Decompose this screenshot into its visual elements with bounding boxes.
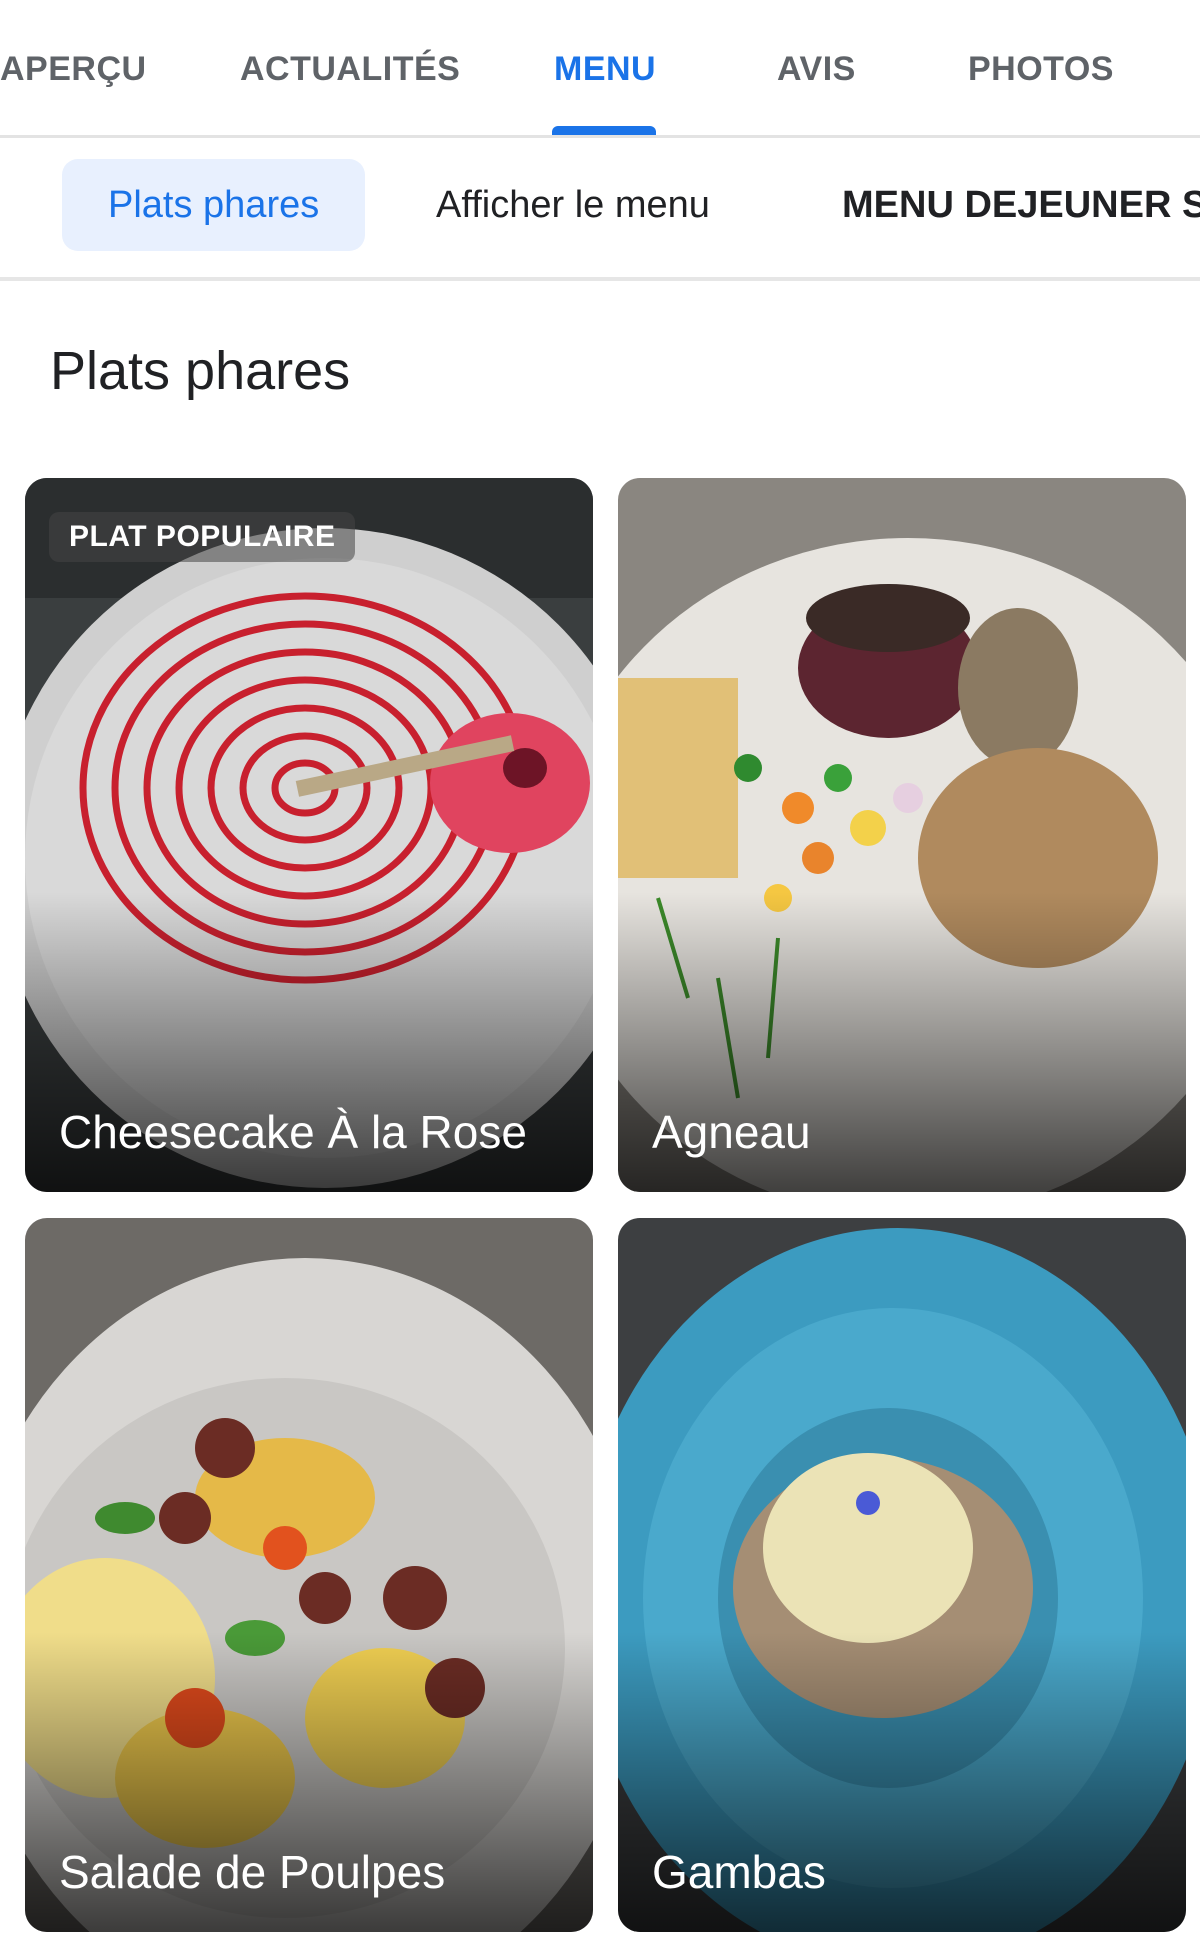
tab-avis[interactable]: AVIS <box>777 50 856 100</box>
dish-name: Gambas <box>652 1846 826 1898</box>
tab-photos[interactable]: PHOTOS <box>968 50 1114 100</box>
active-tab-indicator <box>552 126 656 135</box>
menu-chip-row: Plats phares Afficher le menu MENU DEJEU… <box>0 141 1200 281</box>
dish-name: Cheesecake À la Rose <box>59 1106 527 1158</box>
dish-name: Agneau <box>652 1106 811 1158</box>
dish-card-agneau[interactable]: Agneau <box>618 478 1186 1192</box>
tab-menu[interactable]: MENU <box>554 50 656 100</box>
top-tab-bar: APERÇU ACTUALITÉS MENU AVIS PHOTOS <box>0 0 1200 138</box>
tab-actualites[interactable]: ACTUALITÉS <box>240 50 460 100</box>
tab-apercu[interactable]: APERÇU <box>0 50 147 100</box>
chip-afficher-le-menu[interactable]: Afficher le menu <box>436 159 710 251</box>
chip-plats-phares[interactable]: Plats phares <box>62 159 366 251</box>
chip-menu-dejeuner[interactable]: MENU DEJEUNER S <box>842 159 1200 251</box>
popular-badge: PLAT POPULAIRE <box>49 512 356 562</box>
dish-card-salade-de-poulpes[interactable]: Salade de Poulpes <box>25 1218 593 1932</box>
dish-card-cheesecake[interactable]: PLAT POPULAIRE Cheesecake À la Rose <box>25 478 593 1192</box>
dish-card-gambas[interactable]: Gambas <box>618 1218 1186 1932</box>
section-title: Plats phares <box>50 341 351 401</box>
dish-name: Salade de Poulpes <box>59 1846 446 1898</box>
restaurant-menu-page: APERÇU ACTUALITÉS MENU AVIS PHOTOS Plats… <box>0 0 1200 1946</box>
